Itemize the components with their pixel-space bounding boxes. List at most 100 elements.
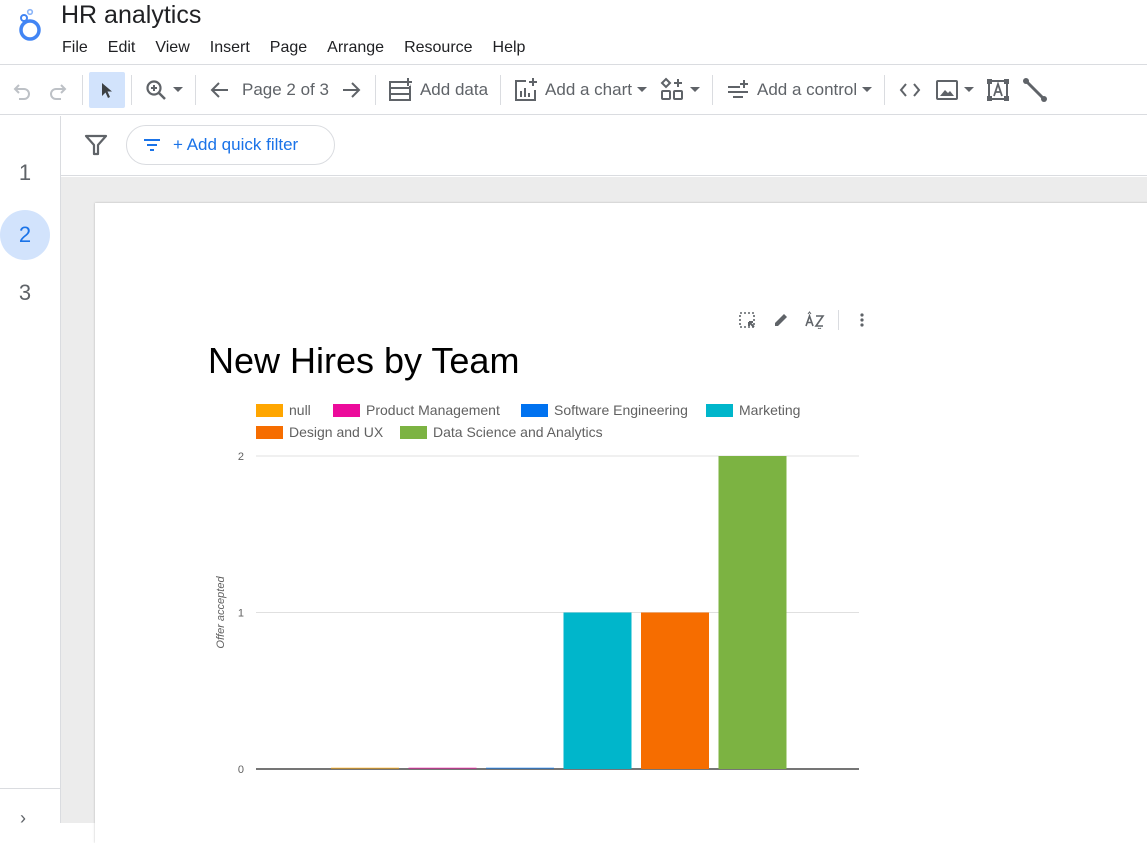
menu-bar: File Edit View Insert Page Arrange Resou…	[52, 37, 535, 59]
add-control-icon	[727, 79, 748, 98]
menu-file[interactable]: File	[52, 37, 98, 59]
legend-label: null	[289, 402, 311, 418]
embed-url-button[interactable]	[891, 72, 929, 108]
text-button[interactable]	[980, 72, 1016, 108]
add-quick-filter-button[interactable]: + Add quick filter	[126, 125, 335, 165]
add-component-icon	[660, 77, 683, 100]
undo-icon	[13, 83, 30, 100]
expand-sidebar-icon[interactable]: ›	[20, 808, 26, 829]
legend-swatch	[400, 426, 427, 439]
toolbar-divider	[195, 74, 196, 105]
menu-view[interactable]: View	[145, 37, 199, 59]
toolbar-divider	[711, 74, 713, 105]
menu-insert[interactable]: Insert	[200, 37, 260, 59]
report-page: New Hires by Team null Product Management…	[95, 203, 1147, 843]
menu-resource[interactable]: Resource	[394, 37, 482, 59]
page-3-button[interactable]: 3	[0, 268, 50, 318]
add-data-icon	[388, 77, 412, 101]
redo-icon	[50, 83, 67, 100]
menu-help[interactable]: Help	[483, 37, 536, 59]
page-2-button[interactable]: 2	[0, 210, 50, 260]
toolbar-divider	[82, 74, 83, 105]
looker-studio-logo-icon	[19, 8, 41, 41]
toolbar-divider	[131, 74, 132, 105]
next-page-button[interactable]	[333, 72, 369, 108]
chart-toolbar-divider	[838, 310, 839, 330]
line-button[interactable]	[1016, 72, 1054, 108]
cursor-icon	[102, 82, 112, 98]
report-canvas-area: New Hires by Team null Product Management…	[61, 177, 1147, 843]
chevron-down-icon	[689, 87, 700, 92]
line-icon	[1023, 77, 1048, 102]
legend-swatch	[521, 404, 548, 417]
filter-bar: + Add quick filter	[61, 116, 1147, 176]
legend-swatch	[706, 404, 733, 417]
bar	[408, 767, 477, 769]
toolbar-divider	[884, 74, 886, 105]
add-control-button[interactable]: Add a control	[719, 72, 878, 108]
legend-swatch	[256, 426, 283, 439]
sidebar-divider	[0, 788, 61, 789]
app-header: HR analytics File Edit View Insert Page …	[0, 0, 1147, 65]
filter-list-icon	[144, 139, 160, 151]
toolbar: Page 2 of 3 Add data Add a chart Add a c…	[0, 65, 1147, 115]
sort-az-icon	[805, 311, 825, 329]
legend-label: Software Engineering	[554, 402, 688, 418]
page-navigator: 1 2 3 ›	[0, 116, 61, 828]
add-component-button[interactable]	[653, 72, 706, 108]
y-axis-title: Offer accepted	[215, 576, 227, 649]
bar	[563, 612, 632, 769]
filter-icon[interactable]	[84, 134, 108, 156]
undo-button[interactable]	[4, 72, 40, 108]
toolbar-divider	[500, 74, 502, 105]
legend-swatch	[333, 404, 360, 417]
image-button[interactable]	[929, 72, 980, 108]
chevron-down-icon	[862, 87, 873, 92]
add-chart-button[interactable]: Add a chart	[507, 72, 653, 108]
chart-toolbar	[730, 307, 879, 333]
bar	[331, 767, 399, 769]
legend-label: Design and UX	[289, 424, 384, 440]
legend-label: Marketing	[739, 402, 800, 418]
toolbar-divider	[374, 74, 376, 105]
bar-chart[interactable]: null Product Management Software Engineeri…	[195, 393, 875, 793]
previous-page-button[interactable]	[202, 72, 238, 108]
chevron-down-icon	[173, 87, 183, 92]
more-options-button[interactable]	[845, 307, 879, 333]
add-chart-icon	[515, 77, 538, 101]
add-chart-label: Add a chart	[545, 79, 632, 99]
bar	[486, 767, 554, 769]
chart-title: New Hires by Team	[208, 340, 520, 381]
add-data-button[interactable]: Add data	[382, 72, 494, 108]
add-control-label: Add a control	[756, 79, 858, 99]
more-vert-icon	[860, 313, 864, 327]
text-box-icon	[987, 78, 1010, 101]
code-icon	[899, 82, 921, 97]
legend-swatch	[256, 404, 283, 417]
chevron-down-icon	[964, 87, 975, 92]
image-icon	[936, 79, 959, 100]
zoom-button[interactable]	[138, 72, 189, 108]
report-title[interactable]: HR analytics	[61, 1, 201, 30]
y-tick-label: 2	[238, 451, 244, 463]
arrow-left-icon	[210, 81, 228, 98]
select-tool-button[interactable]	[89, 71, 125, 108]
legend-label: Data Science and Analytics	[433, 424, 603, 440]
menu-page[interactable]: Page	[260, 37, 317, 59]
legend-label: Product Management	[366, 402, 500, 418]
select-area-icon	[739, 312, 755, 328]
add-data-label: Add data	[419, 79, 489, 99]
y-tick-label: 0	[238, 764, 244, 776]
menu-arrange[interactable]: Arrange	[317, 37, 394, 59]
y-tick-label: 1	[238, 608, 244, 620]
select-area-button[interactable]	[730, 307, 764, 333]
sort-button[interactable]	[798, 307, 832, 333]
add-quick-filter-label: + Add quick filter	[173, 135, 299, 154]
zoom-in-icon	[146, 79, 166, 100]
edit-chart-button[interactable]	[764, 307, 798, 333]
arrow-right-icon	[342, 81, 361, 98]
page-1-button[interactable]: 1	[0, 148, 50, 198]
menu-edit[interactable]: Edit	[98, 37, 146, 59]
redo-button[interactable]	[40, 72, 76, 108]
pencil-icon	[775, 314, 787, 326]
